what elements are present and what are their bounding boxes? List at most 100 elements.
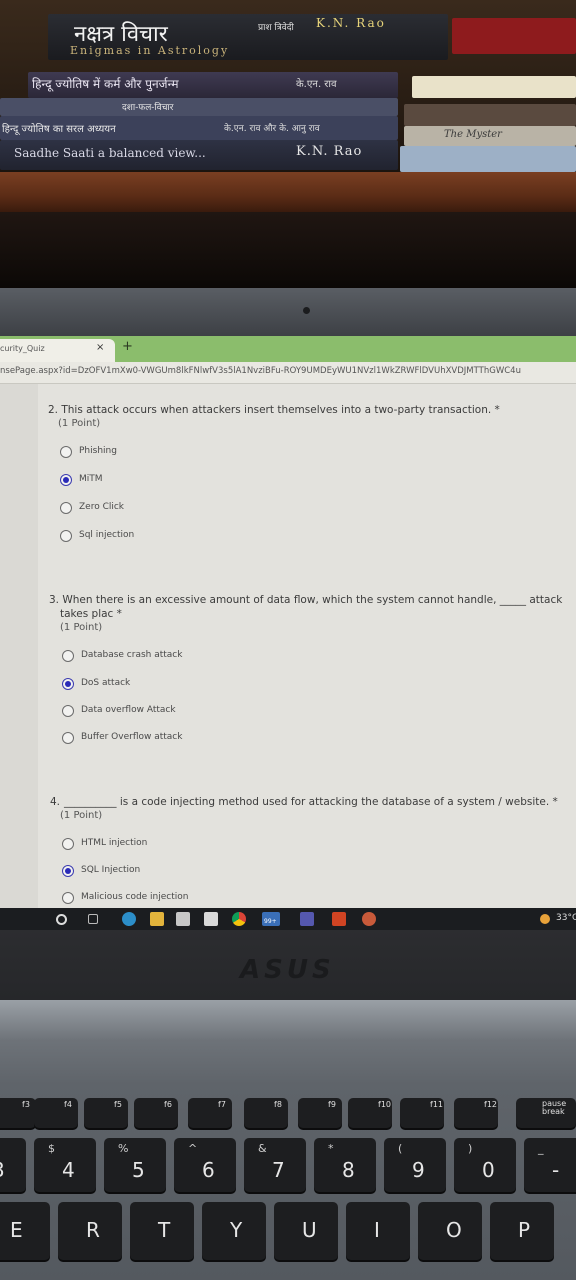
laptop-hinge xyxy=(0,1000,576,1040)
radio-button-selected[interactable] xyxy=(62,678,74,690)
close-icon[interactable]: × xyxy=(96,342,104,353)
key-label: 8 xyxy=(342,1158,355,1182)
calendar-icon[interactable] xyxy=(204,912,218,926)
search-icon[interactable] xyxy=(56,914,67,925)
shelf-shadow xyxy=(0,212,576,290)
fkey-f5[interactable]: f5 xyxy=(84,1098,128,1128)
key-u[interactable]: U xyxy=(274,1202,338,1260)
key-y[interactable]: Y xyxy=(202,1202,266,1260)
key-label: f5 xyxy=(114,1100,122,1109)
store-icon[interactable] xyxy=(176,912,190,926)
fkey-f3[interactable]: f3 xyxy=(0,1098,36,1128)
key-9[interactable]: 9( xyxy=(384,1138,446,1192)
key-p[interactable]: P xyxy=(490,1202,554,1260)
radio-button[interactable] xyxy=(60,502,72,514)
radio-button[interactable] xyxy=(60,446,72,458)
key-label: 7 xyxy=(272,1158,285,1182)
mail-icon[interactable]: 99+ xyxy=(262,912,280,926)
book-karma: हिन्दू ज्योतिष में कर्म और पुनर्जन्म के.… xyxy=(28,72,398,98)
fkey-f6[interactable]: f6 xyxy=(134,1098,178,1128)
key-4[interactable]: 4 $ xyxy=(34,1138,96,1192)
temperature[interactable]: 33°C xyxy=(556,913,576,923)
key-shift-label: _ xyxy=(538,1142,544,1155)
radio-button[interactable] xyxy=(62,892,74,904)
radio-button-selected[interactable] xyxy=(60,474,72,486)
radio-button[interactable] xyxy=(62,838,74,850)
key-t[interactable]: T xyxy=(130,1202,194,1260)
key-label: I xyxy=(374,1218,380,1242)
app-icon[interactable] xyxy=(362,912,376,926)
key-label: 5 xyxy=(132,1158,145,1182)
key-r[interactable]: R xyxy=(58,1202,122,1260)
key-shift-label: ^ xyxy=(188,1142,198,1155)
powerpoint-icon[interactable] xyxy=(332,912,346,926)
key-i[interactable]: I xyxy=(346,1202,410,1260)
key-label: f10 xyxy=(378,1100,391,1109)
key-label: 3 xyxy=(0,1158,5,1182)
key-6[interactable]: 6 ^ xyxy=(174,1138,236,1192)
option-label: SQL Injection xyxy=(81,865,141,875)
key-label: f8 xyxy=(274,1100,282,1109)
radio-button[interactable] xyxy=(62,732,74,744)
fkey-f10[interactable]: f10 xyxy=(348,1098,392,1128)
radio-button[interactable] xyxy=(62,705,74,717)
key-8[interactable]: 8 * xyxy=(314,1138,376,1192)
address-bar[interactable]: nsePage.aspx?id=DzOFV1mXw0-VWGUm8lkFNlwf… xyxy=(0,362,576,384)
webcam xyxy=(303,307,310,314)
book-english-title: The Myster xyxy=(444,129,502,140)
radio-button-selected[interactable] xyxy=(62,865,74,877)
fkey-f11[interactable]: f11 xyxy=(400,1098,444,1128)
key-label: f3 xyxy=(22,1100,30,1109)
book-author: K.N. Rao xyxy=(316,16,386,30)
option-label: Data overflow Attack xyxy=(81,705,176,715)
option-label: Zero Click xyxy=(79,502,125,512)
book-saadhe-saati: Saadhe Saati a balanced view... K.N. Rao xyxy=(0,140,398,170)
option-label: MiTM xyxy=(79,474,103,484)
fkey-f12[interactable]: f12 xyxy=(454,1098,498,1128)
key-0[interactable]: 0) xyxy=(454,1138,516,1192)
key-shift-label: ( xyxy=(398,1142,403,1155)
question-points: (1 Point) xyxy=(60,810,103,821)
file-explorer-icon[interactable] xyxy=(150,912,164,926)
key-7[interactable]: 7 & xyxy=(244,1138,306,1192)
question-number: 4. xyxy=(50,796,61,808)
book-dasha: दशा-फल-विचार xyxy=(0,98,398,116)
chrome-icon[interactable] xyxy=(232,912,246,926)
book-right-3: The Myster xyxy=(404,126,576,146)
book-hindi-title: हिन्दू ज्योतिष में कर्म और पुनर्जन्म xyxy=(32,77,179,91)
book-author: के.एन. राव और के. आनु राव xyxy=(224,124,320,134)
radio-button[interactable] xyxy=(62,650,74,662)
browser-tab[interactable]: curity_Quiz × xyxy=(0,339,115,362)
badge-count: 99+ xyxy=(264,918,277,925)
fkey-f7[interactable]: f7 xyxy=(188,1098,232,1128)
book-english-title: Enigmas in Astrology xyxy=(70,44,230,57)
fkey-f9[interactable]: f9 xyxy=(298,1098,342,1128)
key-o[interactable]: O xyxy=(418,1202,482,1260)
key-minus[interactable]: - _ xyxy=(524,1138,576,1192)
option-label: Phishing xyxy=(79,446,117,456)
key-e[interactable]: E xyxy=(0,1202,50,1260)
weather-icon[interactable] xyxy=(540,914,550,924)
edge-icon[interactable] xyxy=(122,912,136,926)
fkey-pause-break[interactable]: pause break xyxy=(516,1098,576,1128)
key-shift-label: & xyxy=(258,1142,267,1155)
key-label: f11 xyxy=(430,1100,443,1109)
teams-icon[interactable] xyxy=(300,912,314,926)
key-label: 0 xyxy=(482,1158,495,1182)
key-label: P xyxy=(518,1218,531,1242)
brand-logo: ASUS xyxy=(240,955,335,985)
book-hindi-title: हिन्दू ज्योतिष का सरल अध्ययन xyxy=(2,124,116,135)
key-shift-label: $ xyxy=(48,1142,55,1155)
new-tab-button[interactable]: + xyxy=(122,339,133,354)
key-label: O xyxy=(446,1218,462,1242)
key-3[interactable]: 3 xyxy=(0,1138,26,1192)
radio-button[interactable] xyxy=(60,530,72,542)
book-hindi-small: प्राश त्रिवेदी xyxy=(258,23,294,33)
fkey-f8[interactable]: f8 xyxy=(244,1098,288,1128)
task-view-icon[interactable] xyxy=(88,914,98,924)
fkey-f4[interactable]: f4 xyxy=(34,1098,78,1128)
key-5[interactable]: 5% xyxy=(104,1138,166,1192)
key-label: pause break xyxy=(542,1099,567,1116)
key-label: f12 xyxy=(484,1100,497,1109)
key-label: Y xyxy=(230,1218,243,1242)
